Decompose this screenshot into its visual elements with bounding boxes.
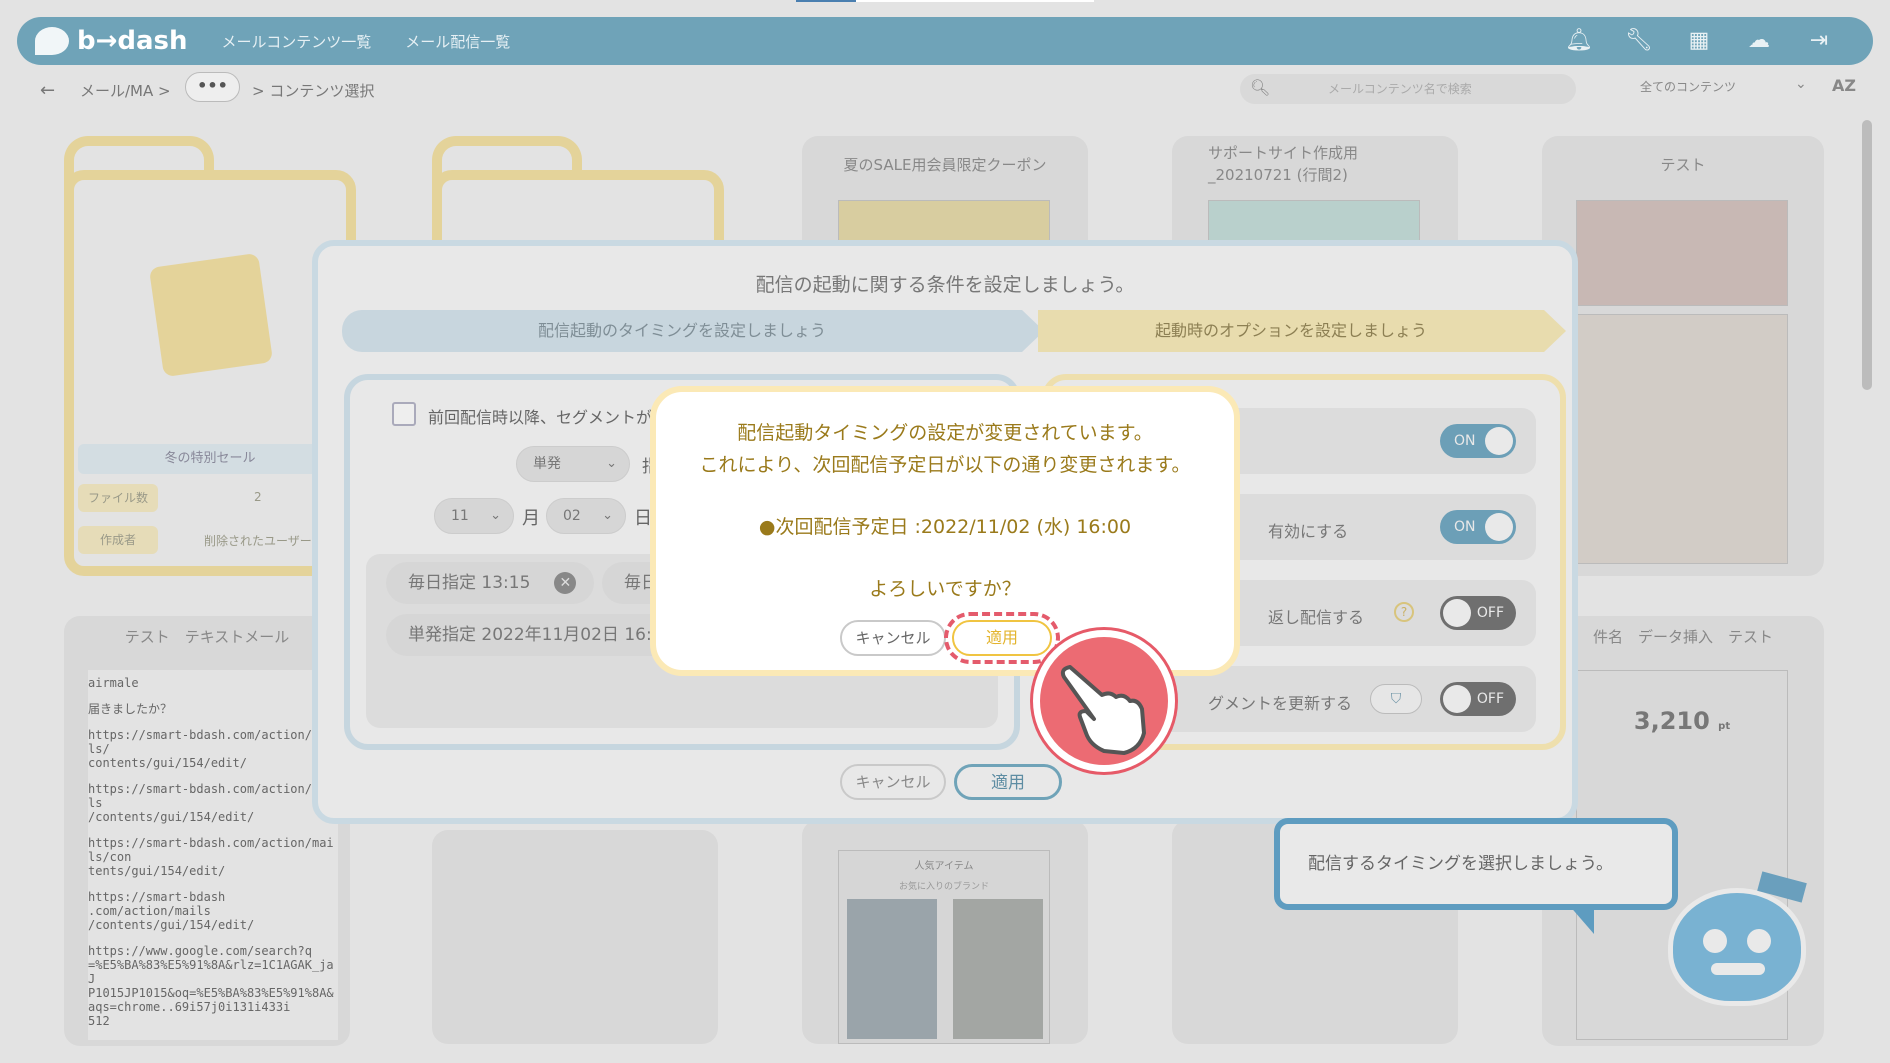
files-count: 2 [254, 490, 262, 504]
text-line: https://smart-bdash.com/action/mails/ co… [88, 728, 334, 770]
chevron-down-icon: ⌄ [490, 508, 501, 523]
modal-cancel-button[interactable]: キャンセル [840, 764, 946, 800]
confirm-question: よろしいですか？ [869, 578, 1021, 600]
shield-icon[interactable]: ⛉ [1370, 684, 1422, 714]
confirm-cancel-button[interactable]: キャンセル [840, 620, 946, 656]
option-toggle[interactable]: OFF [1440, 682, 1516, 716]
card-title: サポートサイト作成用_20210721 (行間2) [1208, 144, 1359, 184]
product-image [953, 899, 1043, 1039]
delivery-type-select[interactable]: 単発 ⌄ [516, 446, 630, 482]
segment-checkbox[interactable] [392, 402, 416, 426]
timing-tag: 単発指定 2022年11月02日 16: [386, 614, 686, 656]
breadcrumb-mail[interactable]: メール/MA > [80, 80, 171, 101]
mascot-icon [1668, 871, 1807, 1006]
text-line: 届きましたか？ [88, 702, 173, 716]
brand-label: お気に入りのブランド [898, 882, 989, 892]
modal-title: 配信の起動に関する条件を設定しましょう。 [755, 274, 1135, 296]
content-card[interactable]: 夏のSALE用会員限定クーポン [802, 136, 1088, 256]
logo-text: b→dash [77, 26, 188, 56]
confirm-apply-button[interactable]: 適用 [952, 620, 1052, 656]
guide-tooltip: 配信するタイミングを選択しましょう。 [1274, 818, 1678, 910]
product-image [847, 899, 937, 1039]
logo-bubble-icon [35, 27, 69, 55]
remove-tag-icon[interactable]: ✕ [554, 572, 577, 594]
text-preview: airmale 届きましたか？ https://smart-bdash.com/… [88, 670, 338, 1040]
card-title: 夏のSALE用会員限定クーポン [843, 156, 1047, 174]
chevron-down-icon: ⌄ [606, 456, 617, 471]
option-label: 返し配信する [1268, 608, 1365, 627]
breadcrumb-more-button[interactable]: ••• [185, 72, 240, 102]
segment-checkbox-label: 前回配信時以降、セグメントが [428, 408, 653, 427]
help-icon[interactable]: ? [1394, 602, 1414, 622]
content-card[interactable]: サポートサイト作成用_20210721 (行間2) [1172, 136, 1458, 256]
text-line: https://smart-bdash.com/action/mails/con… [88, 836, 334, 878]
option-label: 有効にする [1268, 522, 1349, 541]
nav-mail-deliveries[interactable]: メール配信一覧 [405, 31, 510, 52]
card-title: テスト [1660, 156, 1706, 174]
files-label: ファイル数 [78, 484, 158, 512]
author-value: 削除されたユーザー [204, 534, 312, 548]
step-timing[interactable]: 配信起動のタイミングを設定しましょう [342, 310, 1022, 352]
logo[interactable]: b→dash [35, 26, 188, 56]
content-card[interactable]: テスト テキストメール airmale 届きましたか？ https://smar… [64, 616, 350, 1046]
content-card[interactable]: 人気アイテム お気に入りのブランド [802, 820, 1088, 1044]
content-card[interactable] [432, 830, 718, 1044]
search-icon: 🔍︎ [1250, 78, 1271, 97]
search-input[interactable]: メールコンテンツ名で検索 [1240, 74, 1576, 104]
content-card[interactable]: テスト [1542, 136, 1824, 576]
modal-apply-button[interactable]: 適用 [954, 764, 1062, 800]
mascot-eye [1703, 929, 1727, 953]
tab-indicator-active [796, 0, 856, 2]
month-label: 月 [522, 508, 540, 529]
timing-tag: 毎日指定 13:15 ✕ [386, 562, 595, 604]
points-value: 3,210 pt [1633, 707, 1731, 735]
folder-name: 冬の特別セール [78, 444, 342, 474]
mascot-eye [1747, 929, 1771, 953]
page-scrollbar[interactable] [1862, 120, 1872, 390]
chevron-down-icon: ⌄ [602, 508, 613, 523]
chevron-down-icon: ⌄ [1795, 76, 1807, 92]
month-select[interactable]: 11 ⌄ [434, 498, 514, 534]
folder-users-icon [148, 252, 274, 378]
content-filter-select[interactable]: 全てのコンテンツ [1640, 78, 1810, 95]
text-line: https://smart-bdash .com/action/mails /c… [88, 890, 255, 932]
author-label: 作成者 [78, 526, 158, 554]
day-select[interactable]: 02 ⌄ [546, 498, 626, 534]
step-options[interactable]: 起動時のオプションを設定しましょう [1038, 310, 1544, 352]
confirm-message-line1: 配信起動タイミングの設定が変更されています。 [737, 422, 1153, 444]
hand-glyph [1060, 665, 1146, 755]
bell-icon[interactable]: 🔔︎ [1565, 27, 1593, 55]
sort-az-button[interactable]: AZ [1832, 76, 1856, 95]
card-thumbnail-body [1576, 314, 1788, 564]
card-thumbnail [1576, 200, 1788, 306]
tooltip-tail [1568, 904, 1594, 934]
confirm-dialog: 配信起動タイミングの設定が変更されています。 これにより、次回配信予定日が以下の… [650, 386, 1240, 676]
popular-label: 人気アイテム [914, 861, 974, 872]
grid-icon[interactable]: ▦ [1685, 27, 1713, 55]
wrench-icon[interactable]: 🔧︎ [1625, 27, 1653, 55]
confirm-message-line2: これにより、次回配信予定日が以下の通り変更されます。 [699, 454, 1191, 476]
text-line: https://www.google.com/search?q =%E5%BA%… [88, 944, 334, 1028]
option-toggle[interactable]: ON [1440, 510, 1516, 544]
card-title: 件名 データ挿入 テスト [1592, 628, 1773, 646]
app-header: b→dash メールコンテンツ一覧 メール配信一覧 🔔︎ 🔧︎ ▦ ☁ ⇥ [17, 17, 1873, 65]
option-label: グメントを更新する [1208, 694, 1353, 713]
back-arrow-icon[interactable]: ← [40, 80, 55, 101]
pointing-hand-icon [1033, 630, 1175, 772]
mascot-mustache [1711, 963, 1765, 975]
option-toggle[interactable]: OFF [1440, 596, 1516, 630]
option-toggle[interactable]: ON [1440, 424, 1516, 458]
cloud-icon[interactable]: ☁ [1745, 27, 1773, 55]
next-delivery-date: ●次回配信予定日 :2022/11/02 (水) 16:00 [758, 516, 1132, 538]
card-thumbnail: 人気アイテム お気に入りのブランド [838, 850, 1050, 1044]
card-title: テスト テキストメール [124, 628, 290, 646]
breadcrumb-current: > コンテンツ選択 [252, 82, 375, 100]
nav-mail-contents[interactable]: メールコンテンツ一覧 [222, 31, 372, 52]
logout-icon[interactable]: ⇥ [1805, 27, 1833, 55]
text-line: airmale [88, 676, 139, 690]
step-arrow [1544, 310, 1566, 352]
text-line: https://smart-bdash.com/action/mails /co… [88, 782, 334, 824]
